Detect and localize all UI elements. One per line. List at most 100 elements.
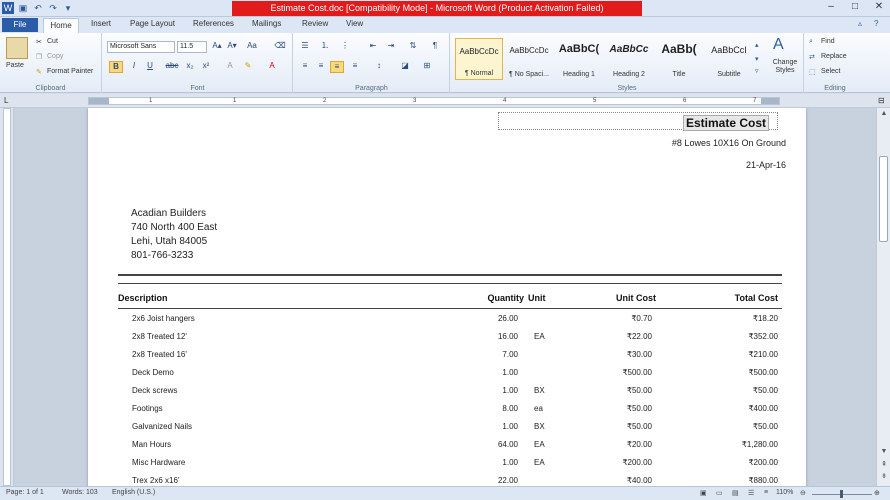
font-size-select[interactable]: 11.5	[177, 41, 207, 53]
language[interactable]: English (U.S.)	[112, 489, 155, 496]
zoom-in-icon[interactable]: ⊕	[874, 489, 880, 497]
close-icon[interactable]: ✕	[872, 1, 886, 12]
paste-icon[interactable]	[6, 37, 28, 59]
style-title[interactable]: AaBb( Title	[655, 38, 703, 80]
styles-scroll-up-icon[interactable]: ▴	[755, 41, 759, 49]
tab-file[interactable]: File	[2, 18, 38, 32]
next-page-icon[interactable]: ⇟	[879, 472, 889, 482]
scroll-up-icon[interactable]: ▲	[879, 110, 889, 120]
document-page[interactable]: Estimate Cost #8 Lowes 10X16 On Ground 2…	[88, 108, 806, 486]
subscript-icon[interactable]: x₂	[183, 61, 197, 73]
sort-icon[interactable]: ⇅	[406, 41, 420, 53]
shrink-font-icon[interactable]: A▾	[225, 41, 239, 53]
font-group: Microsoft Sans 11.5 A▴ A▾ Aa ⌫ B I U abc…	[103, 33, 293, 93]
style-normal[interactable]: AaBbCcDc ¶ Normal	[455, 38, 503, 80]
zoom-slider-thumb[interactable]	[840, 490, 843, 498]
change-styles-button[interactable]: Change Styles	[769, 59, 801, 75]
borders-icon[interactable]: ⊞	[420, 61, 434, 73]
cut-icon[interactable]: ✂	[36, 38, 42, 46]
cut-button[interactable]: Cut	[47, 38, 58, 45]
cell-total-cost: ₹210.00	[748, 350, 778, 359]
style-heading-1[interactable]: AaBbC( Heading 1	[555, 38, 603, 80]
select-icon[interactable]: ⬚	[809, 68, 816, 76]
customize-toolbar-icon[interactable]: ▾	[62, 2, 74, 14]
tab-mailings[interactable]: Mailings	[252, 19, 281, 28]
styles-scroll-down-icon[interactable]: ▾	[755, 55, 759, 63]
grow-font-icon[interactable]: A▴	[210, 41, 224, 53]
print-layout-icon[interactable]: ▣	[700, 489, 707, 497]
align-left-icon[interactable]: ≡	[298, 61, 312, 73]
format-painter-icon[interactable]: ✎	[36, 68, 42, 76]
find-icon[interactable]: ⌕	[809, 38, 813, 46]
text-effects-icon[interactable]: A	[223, 61, 237, 73]
change-styles-icon[interactable]: A	[773, 36, 784, 54]
copy-button[interactable]: Copy	[47, 53, 63, 60]
minimize-icon[interactable]: –	[824, 1, 838, 12]
view-ruler-icon[interactable]: ⊟	[878, 96, 885, 105]
underline-icon[interactable]: U	[143, 61, 157, 73]
clear-formatting-icon[interactable]: ⌫	[273, 41, 287, 53]
document-area[interactable]: Estimate Cost #8 Lowes 10X16 On Ground 2…	[14, 108, 876, 486]
outline-icon[interactable]: ☰	[748, 489, 754, 497]
redo-icon[interactable]: ↷	[47, 2, 59, 14]
help-icon[interactable]: ?	[874, 19, 878, 28]
tab-review[interactable]: Review	[302, 19, 328, 28]
find-button[interactable]: Find	[821, 38, 835, 45]
decrease-indent-icon[interactable]: ⇤	[366, 41, 380, 53]
justify-icon[interactable]: ≡	[348, 61, 362, 73]
scroll-down-icon[interactable]: ▼	[879, 448, 889, 458]
replace-button[interactable]: Replace	[821, 53, 847, 60]
select-button[interactable]: Select	[821, 68, 840, 75]
italic-icon[interactable]: I	[127, 61, 141, 73]
word-count[interactable]: Words: 103	[62, 489, 98, 496]
horizontal-ruler[interactable]: 1 1 2 3 4 5 6 7 L ⊟	[0, 94, 890, 108]
ruler-number: 1	[233, 98, 237, 104]
strikethrough-icon[interactable]: abc	[165, 61, 179, 73]
increase-indent-icon[interactable]: ⇥	[384, 41, 398, 53]
style-no-spacing[interactable]: AaBbCcDc ¶ No Spaci...	[505, 38, 553, 80]
draft-icon[interactable]: ≡	[764, 489, 768, 496]
superscript-icon[interactable]: x²	[199, 61, 213, 73]
paragraph-label: Paragraph	[355, 85, 388, 92]
paste-button[interactable]: Paste	[6, 62, 24, 69]
full-screen-icon[interactable]: ▭	[716, 489, 723, 497]
style-heading-2[interactable]: AaBbCc Heading 2	[605, 38, 653, 80]
highlight-icon[interactable]: ✎	[241, 61, 255, 73]
header-text-box[interactable]: Estimate Cost	[498, 112, 778, 131]
tab-home[interactable]: Home	[43, 18, 79, 33]
bullets-icon[interactable]: ☰	[298, 41, 312, 53]
minimize-ribbon-icon[interactable]: ▵	[858, 19, 862, 28]
undo-icon[interactable]: ↶	[32, 2, 44, 14]
line-spacing-icon[interactable]: ↕	[372, 61, 386, 73]
web-layout-icon[interactable]: ▤	[732, 489, 739, 497]
zoom-level[interactable]: 110%	[776, 489, 793, 496]
bold-icon[interactable]: B	[109, 61, 123, 73]
page-count[interactable]: Page: 1 of 1	[6, 489, 44, 496]
copy-icon[interactable]: ❐	[36, 53, 42, 61]
scroll-thumb[interactable]	[879, 156, 888, 242]
save-icon[interactable]: ▣	[17, 2, 29, 14]
change-case-icon[interactable]: Aa	[245, 41, 259, 53]
multilevel-list-icon[interactable]: ⋮	[338, 41, 352, 53]
replace-icon[interactable]: ⇄	[809, 53, 815, 61]
show-formatting-icon[interactable]: ¶	[428, 41, 442, 53]
tab-page-layout[interactable]: Page Layout	[130, 19, 175, 28]
zoom-out-icon[interactable]: ⊖	[800, 489, 806, 497]
align-right-icon[interactable]: ≡	[330, 61, 344, 73]
styles-more-icon[interactable]: ▿	[755, 67, 759, 75]
shading-icon[interactable]: ◪	[398, 61, 412, 73]
previous-page-icon[interactable]: ⇞	[879, 460, 889, 470]
maximize-icon[interactable]: □	[848, 1, 862, 12]
format-painter-button[interactable]: Format Painter	[47, 68, 93, 75]
tab-view[interactable]: View	[346, 19, 363, 28]
numbering-icon[interactable]: ⒈	[318, 41, 332, 53]
tab-references[interactable]: References	[193, 19, 234, 28]
tab-insert[interactable]: Insert	[91, 19, 111, 28]
vertical-ruler[interactable]	[0, 108, 14, 486]
font-name-select[interactable]: Microsoft Sans	[107, 41, 175, 53]
vertical-scrollbar[interactable]: ▲ ▼ ⇞ ⇟	[876, 108, 890, 486]
tab-selector-icon[interactable]: L	[4, 96, 8, 105]
align-center-icon[interactable]: ≡	[314, 61, 328, 73]
font-color-icon[interactable]: A	[265, 61, 279, 73]
style-subtitle[interactable]: AaBbCcI Subtitle	[705, 38, 753, 80]
